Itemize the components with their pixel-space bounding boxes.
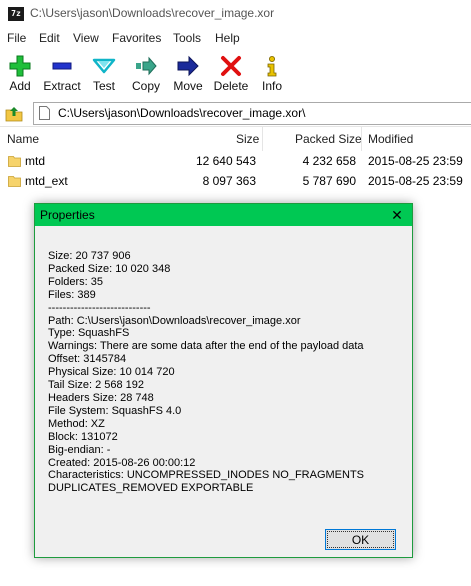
- column-modified[interactable]: Modified: [368, 132, 413, 146]
- info-button[interactable]: Info: [250, 52, 294, 96]
- property-line: Warnings: There are some data after the …: [48, 340, 364, 353]
- address-path-text: C:\Users\jason\Downloads\recover_image.x…: [58, 106, 306, 120]
- row-packed-size: 4 232 658: [302, 154, 356, 168]
- property-line: File System: SquashFS 4.0: [48, 404, 182, 417]
- delete-button[interactable]: Delete: [209, 52, 253, 96]
- ok-label: OK: [351, 533, 370, 547]
- add-button[interactable]: Add: [0, 52, 42, 96]
- plus-icon: [9, 55, 31, 77]
- minus-icon: [52, 62, 72, 70]
- column-size[interactable]: Size: [236, 132, 259, 146]
- property-line: Size: 20 737 906: [48, 250, 131, 262]
- info-label: Info: [261, 79, 282, 93]
- app-icon: 7z: [8, 7, 24, 21]
- file-list-header: Name Size Packed Size Modified: [0, 126, 471, 151]
- row-size: 12 640 543: [195, 154, 256, 168]
- property-line: Method: XZ: [48, 417, 105, 430]
- row-name: mtd_ext: [25, 174, 68, 188]
- folder-icon: [8, 176, 21, 187]
- row-packed-size: 5 787 690: [302, 174, 356, 188]
- row-name: mtd: [25, 154, 46, 168]
- extract-button[interactable]: Extract: [40, 52, 84, 96]
- properties-dialog: Properties ✕ Size: 20 737 906 Packed Siz…: [34, 203, 413, 558]
- property-line: Offset: 3145784: [48, 353, 127, 366]
- property-line: DUPLICATES_REMOVED EXPORTABLE: [48, 482, 254, 495]
- menu-view[interactable]: View: [73, 31, 99, 45]
- test-button[interactable]: Test: [82, 52, 126, 96]
- separator-line: ----------------------------: [48, 301, 151, 314]
- property-line: Folders: 35: [48, 275, 104, 288]
- column-name[interactable]: Name: [7, 132, 39, 146]
- title-bar: 7z C:\Users\jason\Downloads\recover_imag…: [0, 0, 471, 28]
- menu-favorites[interactable]: Favorites: [112, 31, 161, 45]
- menu-file[interactable]: File: [7, 31, 26, 45]
- property-line: Characteristics: UNCOMPRESSED_INODES NO_…: [48, 469, 364, 482]
- property-line: Files: 389: [48, 288, 96, 301]
- copy-arrow-icon: [136, 56, 157, 76]
- property-line: Headers Size: 28 748: [48, 391, 154, 404]
- address-bar: C:\Users\jason\Downloads\recover_image.x…: [0, 101, 471, 125]
- copy-button[interactable]: Copy: [124, 52, 168, 96]
- dialog-title-bar[interactable]: Properties ✕: [35, 204, 412, 226]
- row-modified: 2015-08-25 23:59: [368, 154, 463, 168]
- checkmark-icon: [92, 58, 116, 74]
- extract-label: Extract: [43, 79, 81, 93]
- property-line: Block: 131072: [48, 430, 118, 443]
- file-icon: [39, 106, 50, 120]
- test-label: Test: [92, 79, 115, 93]
- property-line: Created: 2015-08-26 00:00:12: [48, 456, 196, 469]
- folder-up-icon[interactable]: [5, 104, 23, 122]
- row-size: 8 097 363: [202, 174, 256, 188]
- property-line: Big-endian: -: [48, 443, 111, 456]
- table-row[interactable]: mtd_ext 8 097 363 5 787 690 2015-08-25 2…: [0, 171, 471, 191]
- column-divider[interactable]: [262, 127, 263, 151]
- menu-bar: File Edit View Favorites Tools Help: [0, 28, 471, 49]
- close-icon[interactable]: ✕: [382, 204, 412, 226]
- info-icon: [267, 56, 277, 77]
- move-button[interactable]: Move: [166, 52, 210, 96]
- toolbar: Add Extract Test Copy Move Delete Info: [0, 50, 471, 98]
- move-arrow-icon: [177, 55, 199, 77]
- column-divider[interactable]: [361, 127, 362, 151]
- folder-icon: [8, 156, 21, 167]
- delete-label: Delete: [213, 79, 249, 93]
- table-row[interactable]: mtd 12 640 543 4 232 658 2015-08-25 23:5…: [0, 151, 471, 171]
- copy-label: Copy: [131, 79, 160, 93]
- property-line: Tail Size: 2 568 192: [48, 379, 145, 392]
- dialog-title: Properties: [40, 208, 95, 222]
- ok-button[interactable]: OK: [325, 529, 396, 550]
- add-label: Add: [9, 79, 31, 93]
- property-line: Type: SquashFS: [48, 327, 130, 340]
- row-modified: 2015-08-25 23:59: [368, 174, 463, 188]
- menu-edit[interactable]: Edit: [39, 31, 60, 45]
- menu-help[interactable]: Help: [215, 31, 240, 45]
- address-path-field[interactable]: C:\Users\jason\Downloads\recover_image.x…: [33, 102, 471, 125]
- column-packed-size[interactable]: Packed Size: [295, 132, 362, 146]
- property-line: Physical Size: 10 014 720: [48, 366, 175, 379]
- menu-tools[interactable]: Tools: [173, 31, 201, 45]
- property-line: Packed Size: 10 020 348: [48, 262, 171, 275]
- properties-text: Size: 20 737 906 Packed Size: 10 020 348…: [48, 250, 364, 495]
- window-title: C:\Users\jason\Downloads\recover_image.x…: [30, 6, 275, 20]
- move-label: Move: [173, 79, 203, 93]
- property-line: Path: C:\Users\jason\Downloads\recover_i…: [48, 314, 301, 327]
- delete-x-icon: [221, 56, 241, 76]
